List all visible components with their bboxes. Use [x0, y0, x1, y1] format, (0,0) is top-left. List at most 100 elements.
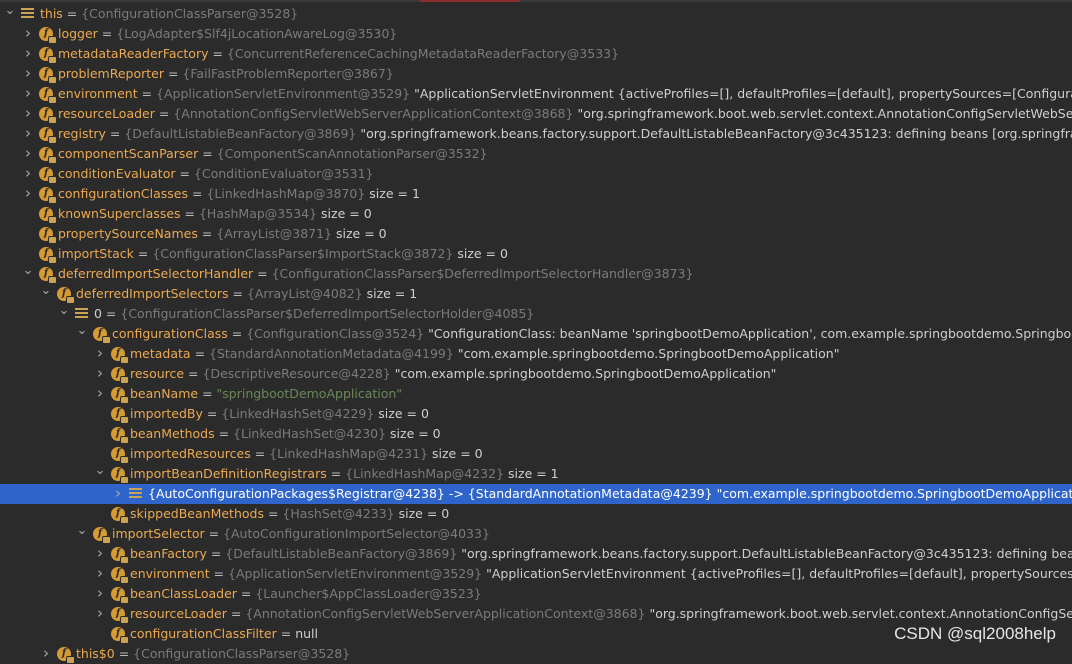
object-type: {DefaultListableBeanFactory@3869} [225, 546, 458, 561]
field-icon: f [39, 47, 56, 63]
tree-row[interactable]: › f resourceLoader = {AnnotationConfigServ… [0, 604, 1072, 624]
tree-row[interactable]: › f resourceLoader = {AnnotationConfigServ… [0, 104, 1072, 124]
chevron-right-icon[interactable]: › [93, 364, 107, 384]
object-type: {AutoConfigurationPackages$Registrar@423… [148, 486, 445, 501]
chevron-right-icon[interactable]: › [111, 484, 125, 504]
chevron-right-icon[interactable]: › [21, 64, 35, 84]
object-type: {ConcurrentReferenceCachingMetadataReade… [226, 46, 620, 61]
chevron-right-icon[interactable]: › [93, 564, 107, 584]
tree-row[interactable]: ⌄ 0 = {ConfigurationClassParser$DeferredI… [0, 304, 1072, 324]
variable-value: size = 1 [365, 186, 420, 201]
tree-row[interactable]: › f componentScanParser = {ComponentScanAn… [0, 144, 1072, 164]
chevron-right-icon[interactable]: › [21, 184, 35, 204]
tree-row[interactable]: › f resource = {DescriptiveResource@4228} … [0, 364, 1072, 384]
row-text: beanMethods = {LinkedHashSet@4230} size … [130, 424, 441, 444]
equals-sign: = [154, 106, 174, 121]
tree-row[interactable]: › f problemReporter = {FailFastProblemRepo… [0, 64, 1072, 84]
chevron-right-icon[interactable]: › [93, 344, 107, 364]
tree-row[interactable]: › f environment = {ApplicationServletEnvir… [0, 564, 1072, 584]
tree-row[interactable]: f importedResources = {LinkedHashMap@4231… [0, 444, 1072, 464]
chevron-down-icon[interactable]: ⌄ [3, 4, 17, 24]
chevron-right-icon[interactable]: › [21, 124, 35, 144]
chevron-right-icon[interactable]: › [21, 44, 35, 64]
chevron-right-icon[interactable]: › [21, 144, 35, 164]
field-icon: f [111, 447, 128, 463]
field-icon: f [39, 207, 56, 223]
tree-row[interactable]: f skippedBeanMethods = {HashSet@4233} siz… [0, 504, 1072, 524]
chevron-down-icon[interactable]: ⌄ [75, 324, 89, 344]
variable-value: size = 0 [453, 246, 508, 261]
tree-row[interactable]: › f registry = {DefaultListableBeanFactory… [0, 124, 1072, 144]
equals-sign: = [62, 6, 82, 21]
row-text: metadataReaderFactory = {ConcurrentRefer… [58, 44, 619, 64]
equals-sign: = [101, 306, 121, 321]
equals-sign: = [226, 606, 246, 621]
variable-name: metadata [130, 346, 191, 361]
tree-row[interactable]: › f beanClassLoader = {Launcher$AppClassLo… [0, 584, 1072, 604]
object-type: {LogAdapter$Slf4jLocationAwareLog@3530} [116, 26, 398, 41]
chevron-down-icon[interactable]: ⌄ [21, 264, 35, 284]
variable-name: configurationClass [112, 326, 228, 341]
tree-row[interactable]: ⌄ f deferredImportSelectors = {ArrayList@4… [0, 284, 1072, 304]
tree-row[interactable]: ⌄ f configurationClass = {ConfigurationCla… [0, 324, 1072, 344]
tree-row[interactable]: › f environment = {ApplicationServletEnvir… [0, 84, 1072, 104]
row-text: importedBy = {LinkedHashSet@4229} size =… [130, 404, 429, 424]
chevron-down-icon[interactable]: ⌄ [39, 284, 53, 304]
tree-row[interactable]: ⌄ f deferredImportSelectorHandler = {Confi… [0, 264, 1072, 284]
chevron-down-icon[interactable]: ⌄ [57, 304, 71, 324]
variable-name: resourceLoader [58, 106, 155, 121]
tree-row[interactable]: › f logger = {LogAdapter$Slf4jLocationAwar… [0, 24, 1072, 44]
tree-row[interactable]: › f beanFactory = {DefaultListableBeanFact… [0, 544, 1072, 564]
tree-row[interactable]: › f this$0 = {ConfigurationClassParser@352… [0, 644, 1072, 664]
object-type: {LinkedHashSet@4229} [221, 406, 375, 421]
chevron-right-icon[interactable]: › [39, 644, 53, 664]
tree-row[interactable]: f knownSuperclasses = {HashMap@3534} size… [0, 204, 1072, 224]
tree-row[interactable]: f importedBy = {LinkedHashSet@4229} size … [0, 404, 1072, 424]
chevron-down-icon[interactable]: ⌄ [75, 524, 89, 544]
tree-row[interactable]: f beanMethods = {LinkedHashSet@4230} size… [0, 424, 1072, 444]
row-text: componentScanParser = {ComponentScanAnno… [58, 144, 488, 164]
tree-row[interactable]: › {AutoConfigurationPackages$Registrar@42… [0, 484, 1072, 504]
row-text: propertySourceNames = {ArrayList@3871} s… [58, 224, 387, 244]
object-type: {ComponentScanAnnotationParser@3532} [216, 146, 488, 161]
tree-row[interactable]: › f beanName = "springbootDemoApplication" [0, 384, 1072, 404]
field-icon: f [111, 387, 128, 403]
object-type: {ApplicationServletEnvironment@3529} [156, 86, 411, 101]
chevron-right-icon[interactable]: › [21, 104, 35, 124]
object-type: {ArrayList@4082} [246, 286, 363, 301]
field-icon: f [111, 427, 128, 443]
variable-value: null [295, 626, 318, 641]
chevron-down-icon[interactable]: ⌄ [93, 464, 107, 484]
field-icon: f [57, 647, 74, 663]
tree-row[interactable]: › f conditionEvaluator = {ConditionEvaluat… [0, 164, 1072, 184]
tree-row[interactable]: ⌄ f importBeanDefinitionRegistrars = {Link… [0, 464, 1072, 484]
chevron-right-icon[interactable]: › [93, 544, 107, 564]
chevron-right-icon[interactable]: › [21, 84, 35, 104]
tree-row[interactable]: › f metadata = {StandardAnnotationMetadata… [0, 344, 1072, 364]
field-icon: f [39, 167, 56, 183]
variable-value: "org.springframework.beans.factory.suppo… [461, 546, 1072, 561]
object-type: {AnnotationConfigServletWebServerApplica… [245, 606, 646, 621]
tree-row[interactable]: f propertySourceNames = {ArrayList@3871} … [0, 224, 1072, 244]
variable-value: -> {StandardAnnotationMetadata@4239} "co… [444, 486, 1072, 501]
variable-name: configurationClassFilter [130, 626, 277, 641]
chevron-right-icon[interactable]: › [21, 24, 35, 44]
field-icon: f [111, 607, 128, 623]
equals-sign: = [133, 246, 153, 261]
equals-sign: = [236, 586, 256, 601]
tree-row[interactable]: › f metadataReaderFactory = {ConcurrentRef… [0, 44, 1072, 64]
tree-row[interactable]: ⌄ this = {ConfigurationClassParser@3528} [0, 4, 1072, 24]
tree-row[interactable]: ⌄ f importSelector = {AutoConfigurationImp… [0, 524, 1072, 544]
chevron-right-icon[interactable]: › [93, 584, 107, 604]
chevron-right-icon[interactable]: › [93, 604, 107, 624]
chevron-right-icon[interactable]: › [21, 164, 35, 184]
row-text: conditionEvaluator = {ConditionEvaluator… [58, 164, 374, 184]
field-icon: f [39, 187, 56, 203]
variable-value: "ConfigurationClass: beanName 'springboo… [428, 326, 1072, 341]
chevron-right-icon[interactable]: › [93, 384, 107, 404]
equals-sign: = [188, 186, 207, 201]
tree-row[interactable]: f importStack = {ConfigurationClassParser… [0, 244, 1072, 264]
object-type: {HashMap@3534} [198, 206, 318, 221]
tree-row[interactable]: › f configurationClasses = {LinkedHashMap@… [0, 184, 1072, 204]
field-icon: f [111, 567, 128, 583]
